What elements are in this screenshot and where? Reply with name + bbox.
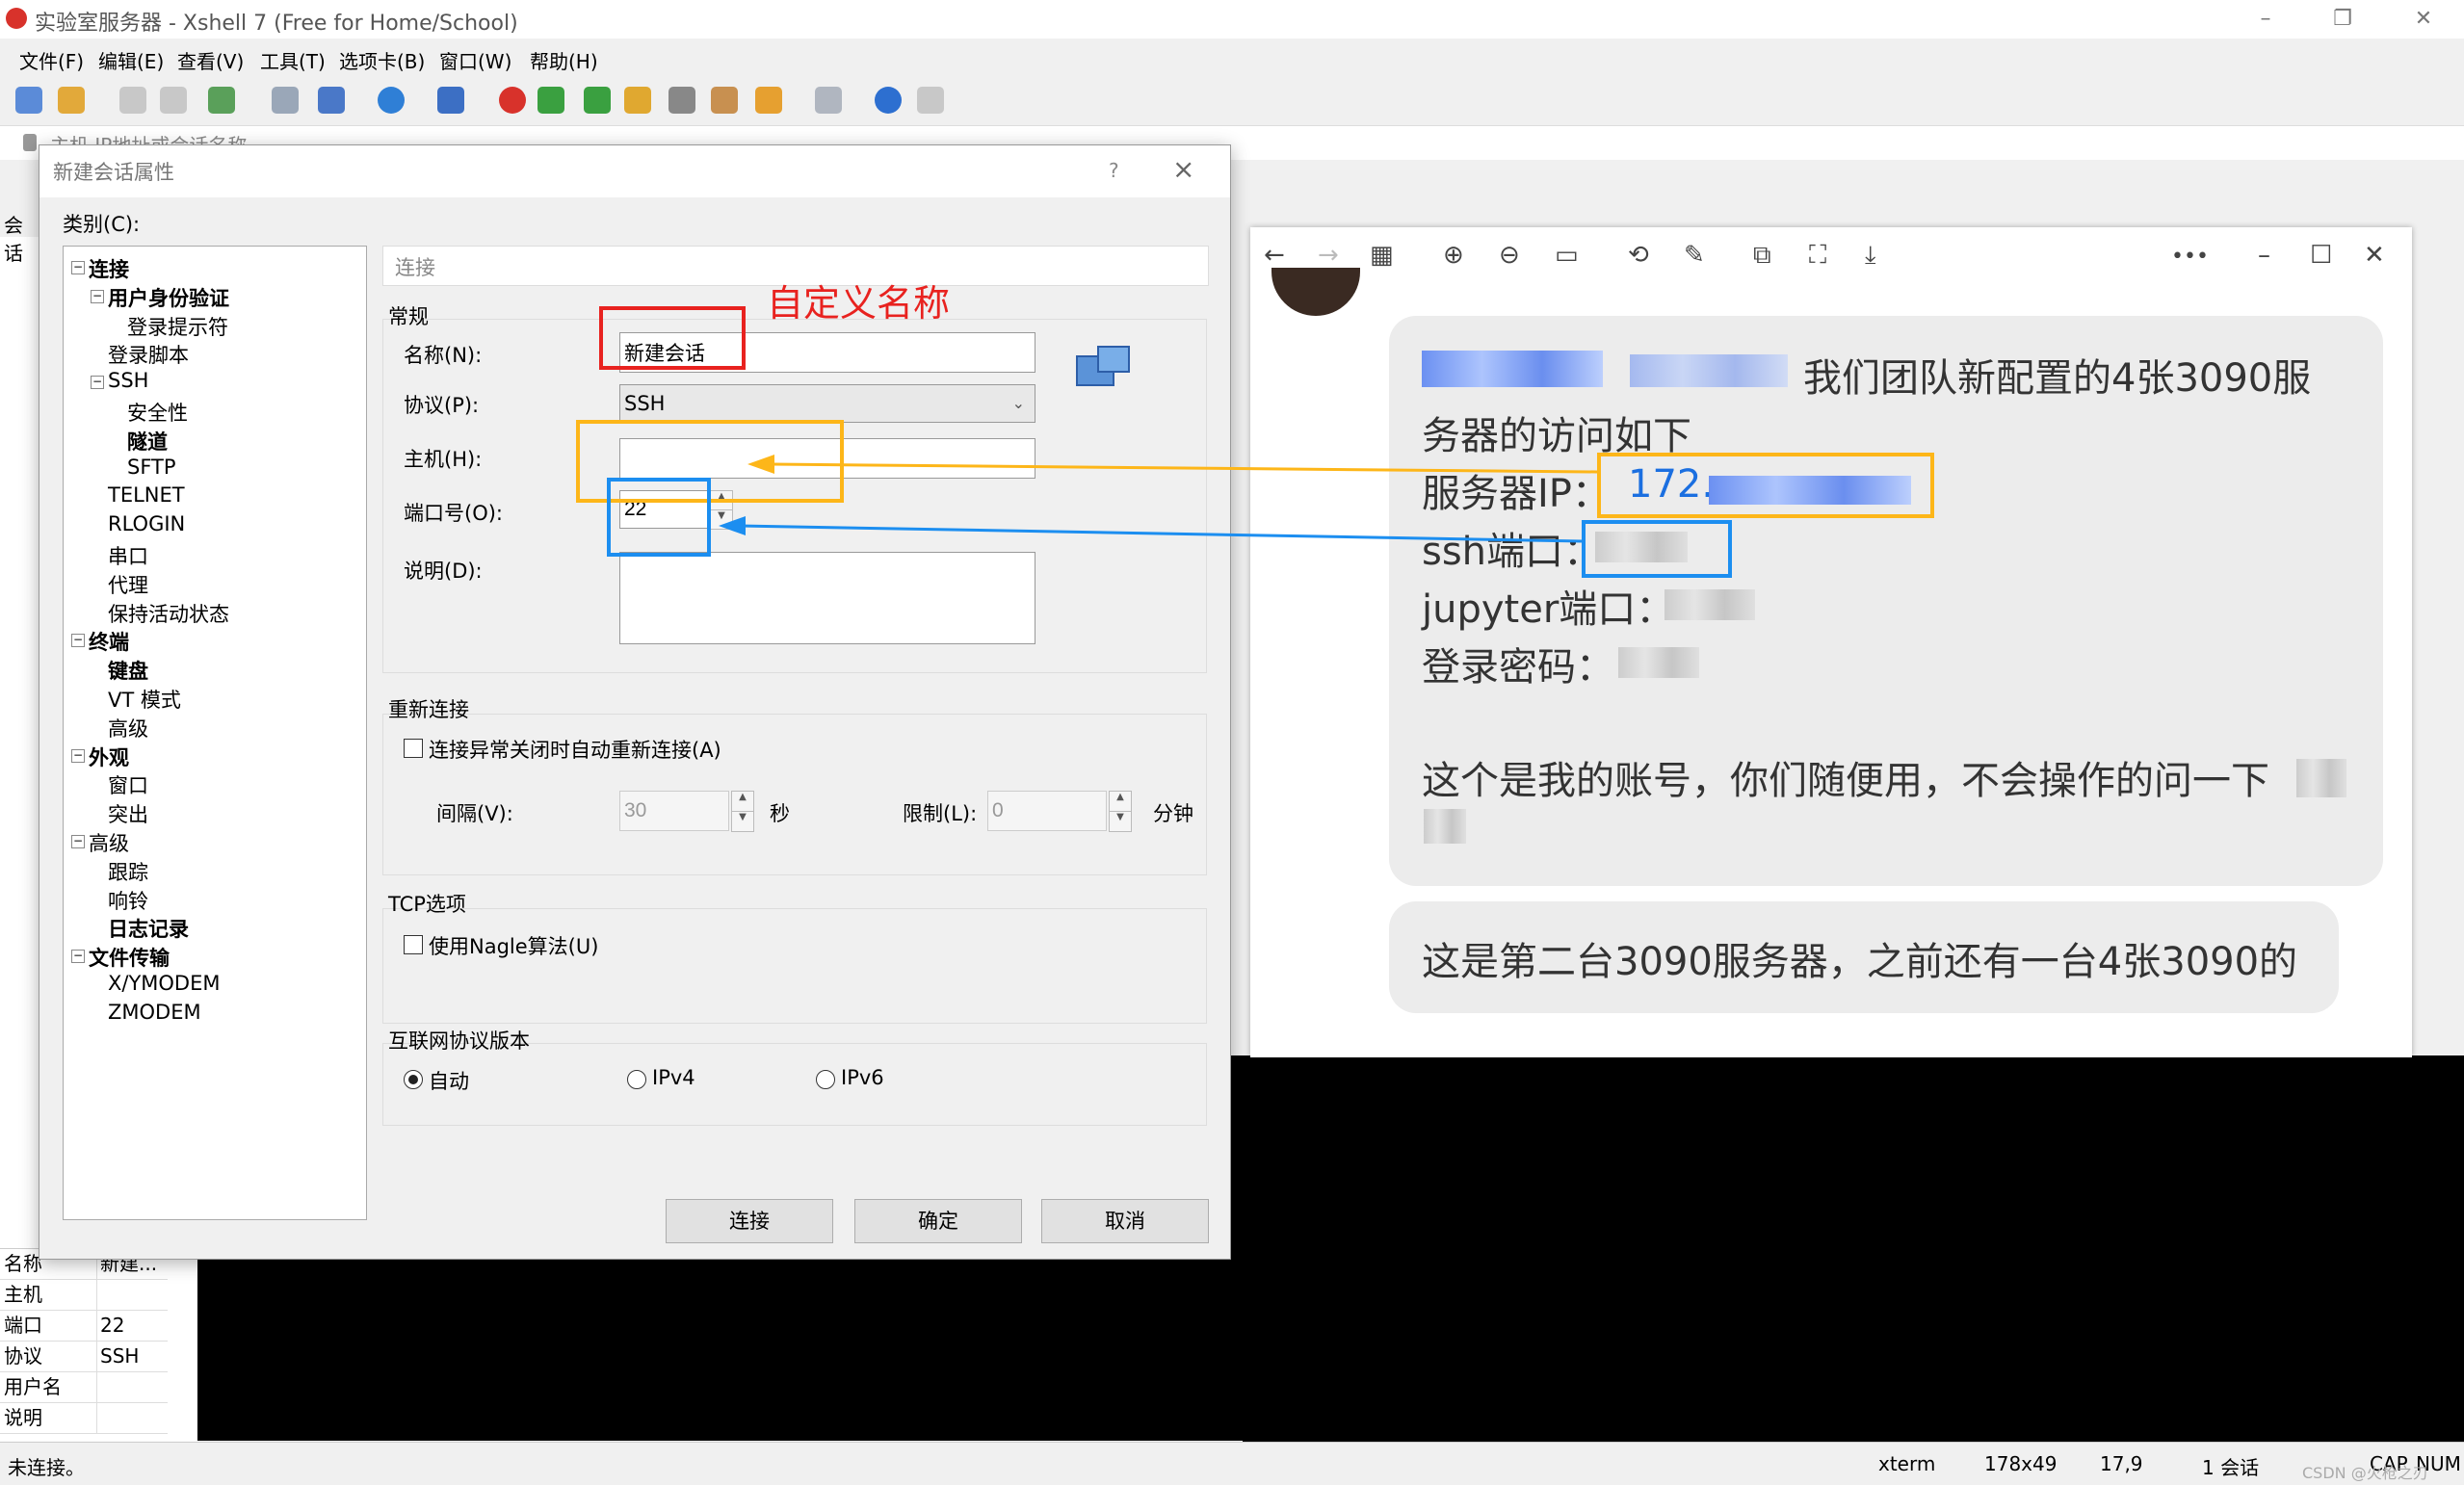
yellow-arrowhead xyxy=(747,455,774,474)
blue-arrow xyxy=(739,524,1583,543)
annotation-arrows xyxy=(719,455,1598,543)
blue-arrowhead xyxy=(719,516,746,535)
yellow-arrow xyxy=(770,462,1598,474)
